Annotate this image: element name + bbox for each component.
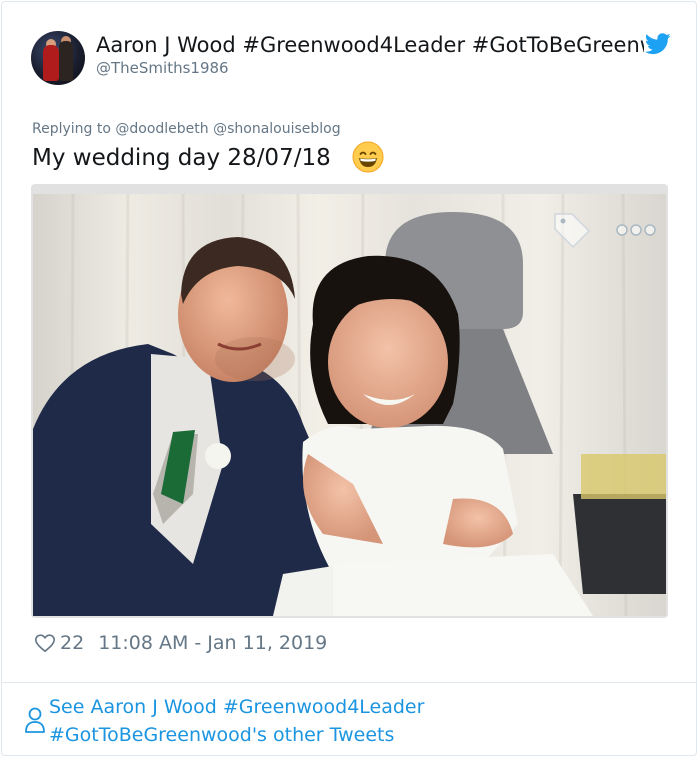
tweet-actions: 22 11:08 AM - Jan 11, 2019 — [34, 630, 327, 656]
grinning-face-emoji-icon — [352, 141, 384, 173]
avatar-figure-body — [43, 45, 59, 81]
heart-icon[interactable] — [34, 632, 56, 654]
more-icon[interactable] — [614, 223, 658, 237]
wedding-photo[interactable] — [33, 194, 666, 616]
tweet-text: My wedding day 28/07/18 — [32, 145, 331, 171]
author-handle[interactable]: @TheSmiths1986 — [96, 58, 229, 78]
tweet-timestamp[interactable]: 11:08 AM - Jan 11, 2019 — [98, 632, 327, 654]
tag-icon[interactable] — [552, 210, 592, 250]
see-more-text[interactable]: See Aaron J Wood #Greenwood4Leader #GotT… — [49, 693, 479, 749]
twitter-bird-icon[interactable] — [645, 33, 671, 55]
person-icon — [25, 707, 45, 733]
author-avatar[interactable] — [31, 31, 85, 85]
author-name[interactable]: Aaron J Wood #Greenwood4Leader #GotToBeG… — [96, 31, 644, 59]
replying-to-label[interactable]: Replying to @doodlebeth @shonalouiseblog — [32, 120, 341, 138]
avatar-figure-body — [59, 41, 73, 81]
like-count[interactable]: 22 — [60, 632, 84, 654]
footer-divider — [1, 682, 697, 683]
